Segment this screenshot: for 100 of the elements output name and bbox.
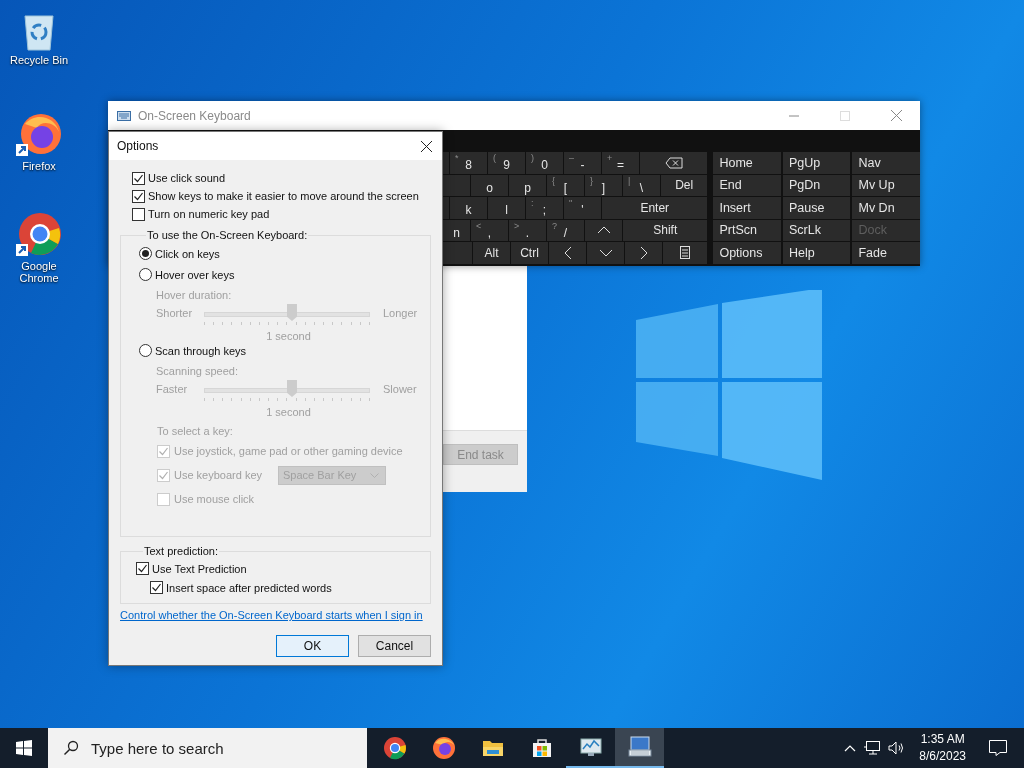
checkbox-label: Turn on numeric key pad: [148, 208, 270, 220]
keyboard-key[interactable]: " ': [564, 197, 601, 219]
icon-label: Recycle Bin: [8, 54, 70, 66]
radio-label: Hover over keys: [155, 268, 235, 281]
checkbox-label: Use Text Prediction: [152, 562, 247, 575]
keyboard-key[interactable]: { [: [547, 174, 584, 196]
monitor-icon: [578, 735, 603, 759]
slider[interactable]: [204, 303, 370, 325]
keyboard-key[interactable]: Fade: [852, 242, 920, 264]
checkbox-label: Use joystick, game pad or other gaming device: [174, 445, 403, 457]
checkbox-label: Use mouse click: [174, 493, 256, 505]
keyboard-key[interactable]: Home: [713, 152, 781, 174]
browser-icon[interactable]: [15, 210, 63, 258]
group-title: Text prediction:: [143, 545, 219, 557]
keyboard-key[interactable]: – -: [564, 152, 601, 174]
keyboard-icon: [117, 110, 131, 121]
slider-label: Faster: [156, 382, 189, 395]
keyboard-key[interactable]: + =: [602, 152, 639, 174]
keyboard-key[interactable]: o: [471, 174, 508, 196]
browser-icon: [382, 736, 407, 760]
radio-button[interactable]: [139, 344, 152, 357]
radio-button[interactable]: [139, 268, 152, 281]
notification-icon[interactable]: [989, 740, 1007, 756]
checkbox[interactable]: [132, 189, 145, 203]
radio-button[interactable]: [139, 247, 152, 260]
checkbox[interactable]: [132, 171, 145, 185]
caret-icon: [370, 472, 379, 478]
slider-caption: Hover duration:: [156, 288, 233, 303]
checkbox-label: Insert space after predicted words: [166, 581, 332, 594]
keyboard-key[interactable]: End: [713, 174, 781, 196]
search-field[interactable]: Type here to search: [48, 728, 367, 768]
settings-link[interactable]: Control whether the On-Screen Keyboard starts when I sign in: [120, 609, 423, 621]
slider-label: Longer: [382, 306, 418, 319]
menu-icon: [680, 246, 691, 260]
keyboard-key[interactable]: n: [443, 219, 470, 241]
keyboard-key[interactable]: Help: [782, 242, 851, 264]
slider-value: 1 second: [265, 329, 312, 344]
chevron-up-icon: [596, 226, 611, 235]
keyboard-key[interactable]: : ;: [526, 197, 563, 219]
chevron-up-icon[interactable]: [844, 744, 857, 752]
keyboard-key[interactable]: Nav: [852, 152, 920, 174]
keyboard-key[interactable]: Options: [713, 242, 781, 264]
keyboard-key[interactable]: ScrLk: [782, 219, 851, 241]
group-title: To use the On-Screen Keyboard:: [146, 229, 309, 241]
slider[interactable]: [204, 379, 370, 401]
taskbar-app[interactable]: [615, 728, 664, 768]
radio-label: Click on keys: [155, 247, 220, 260]
slider-label: Slower: [382, 382, 417, 395]
dialog-title: Options: [117, 139, 159, 153]
keyboard-key[interactable]: Shift: [623, 219, 708, 241]
ok-button[interactable]: OK: [276, 635, 349, 657]
keyboard-key[interactable]: ( 9: [488, 152, 525, 174]
backspace-icon: [664, 156, 683, 169]
checkbox[interactable]: [132, 207, 145, 221]
slider-caption: Scanning speed:: [156, 364, 239, 379]
keyboard-key[interactable]: ) 0: [526, 152, 563, 174]
checkbox-label: Show keys to make it easier to move around the screen: [148, 190, 419, 202]
keyboard-key[interactable]: Insert: [713, 197, 781, 219]
browser-icon: [431, 736, 456, 760]
keyboard-key[interactable]: [663, 242, 708, 264]
keyboard-key[interactable]: * 8: [450, 152, 487, 174]
checkbox[interactable]: [136, 562, 149, 575]
slider-value: 1 second: [265, 405, 312, 420]
keyboard-key[interactable]: p: [509, 174, 546, 196]
icon-label: Google Chrome: [18, 260, 60, 284]
clock-time[interactable]: 1:35 AM: [920, 731, 965, 748]
clock-date[interactable]: 8/6/2023: [919, 748, 966, 765]
section-caption: To select a key:: [157, 424, 234, 439]
keyboard-key[interactable]: < ,: [471, 219, 508, 241]
chevron-down-icon: [598, 248, 613, 257]
cancel-button[interactable]: Cancel: [358, 635, 431, 657]
search-icon: [63, 740, 79, 756]
keyboard-key[interactable]: } ]: [585, 174, 622, 196]
network-icon[interactable]: [864, 741, 881, 755]
keyboard-key[interactable]: Ctrl: [511, 242, 548, 264]
volume-icon[interactable]: [888, 741, 906, 755]
keyboard-key[interactable]: > .: [509, 219, 546, 241]
keyboard-key[interactable]: Mv Up: [852, 174, 920, 196]
icon-label: Firefox: [21, 160, 57, 172]
checkbox-label: Use keyboard key: [174, 469, 264, 481]
keyboard-key[interactable]: PrtScn: [713, 219, 781, 241]
checkbox[interactable]: [150, 581, 163, 594]
checkbox-label: Use click sound: [148, 172, 226, 184]
keyboard-key[interactable]: Alt: [473, 242, 510, 264]
chevron-left-icon: [563, 245, 572, 260]
radio-label: Scan through keys: [155, 344, 247, 357]
keyboard-key[interactable]: PgDn: [782, 174, 851, 196]
close-icon[interactable]: [421, 140, 432, 152]
keyboard-key[interactable]: Pause: [782, 197, 851, 219]
keyboard-key[interactable]: Mv Dn: [852, 197, 920, 219]
chevron-right-icon: [639, 245, 648, 260]
keyboard-key[interactable]: | \: [623, 174, 660, 196]
keyboard-key[interactable]: l: [488, 197, 525, 219]
keyboard-key[interactable]: ? /: [547, 219, 584, 241]
keyboard-key[interactable]: Del: [661, 174, 708, 196]
keyboard-key[interactable]: PgUp: [782, 152, 851, 174]
keyboard-key[interactable]: Enter: [602, 197, 708, 219]
start-icon[interactable]: [16, 740, 32, 756]
keyboard-key[interactable]: k: [450, 197, 487, 219]
slider-label: Shorter: [156, 306, 194, 319]
